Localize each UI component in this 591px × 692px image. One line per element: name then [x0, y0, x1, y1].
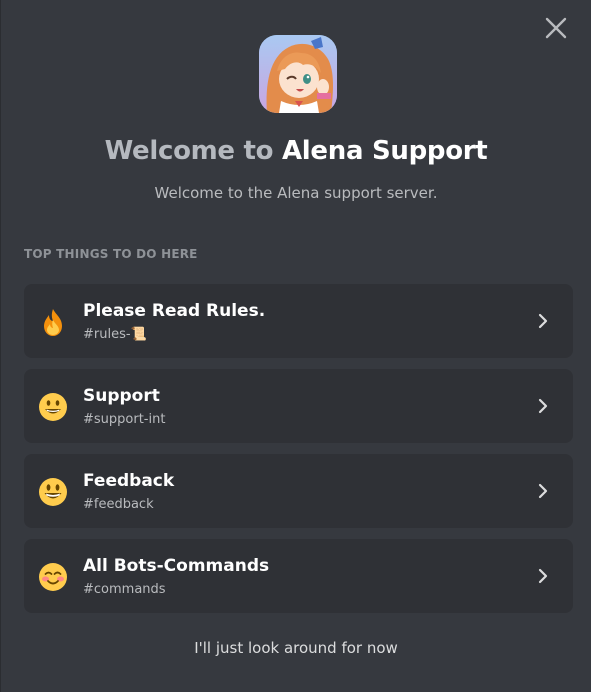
todo-item-rules[interactable]: Please Read Rules. #rules-📜 [24, 284, 573, 358]
chevron-right-icon [538, 568, 548, 584]
modal-subtitle: Welcome to the Alena support server. [154, 184, 438, 202]
close-icon [545, 17, 567, 39]
todo-title: Support [83, 386, 160, 406]
title-prefix: Welcome to [104, 136, 274, 166]
smiley-face-emoji-icon [39, 478, 67, 506]
chevron-right-icon [538, 313, 548, 329]
todo-title: All Bots-Commands [83, 556, 270, 576]
todo-channel: #rules-📜 [83, 327, 147, 342]
fire-emoji-icon [44, 309, 62, 336]
grinning-face-emoji-icon [39, 393, 67, 421]
chevron-right-icon [538, 398, 548, 414]
todo-title: Please Read Rules. [83, 301, 266, 321]
server-avatar [259, 35, 337, 113]
blush-face-emoji-icon [39, 563, 67, 591]
todo-channel: #support-int [83, 412, 166, 427]
todo-item-commands[interactable]: All Bots-Commands #commands [24, 539, 573, 613]
todo-channel: #feedback [83, 497, 154, 512]
server-name: Alena Support [281, 136, 488, 166]
todo-item-support[interactable]: Support #support-int [24, 369, 573, 443]
todo-list: Please Read Rules. #rules-📜 Support #sup… [24, 284, 573, 624]
modal-title: Welcome to Alena Support [1, 136, 591, 166]
todo-title: Feedback [83, 471, 175, 491]
skip-link[interactable]: I'll just look around for now [1, 639, 591, 657]
close-button[interactable] [544, 16, 568, 40]
section-label: TOP THINGS TO DO HERE [24, 247, 198, 261]
todo-item-feedback[interactable]: Feedback #feedback [24, 454, 573, 528]
welcome-modal: Welcome to Alena Support Welcome to the … [0, 0, 591, 692]
todo-channel: #commands [83, 582, 166, 597]
chevron-right-icon [538, 483, 548, 499]
